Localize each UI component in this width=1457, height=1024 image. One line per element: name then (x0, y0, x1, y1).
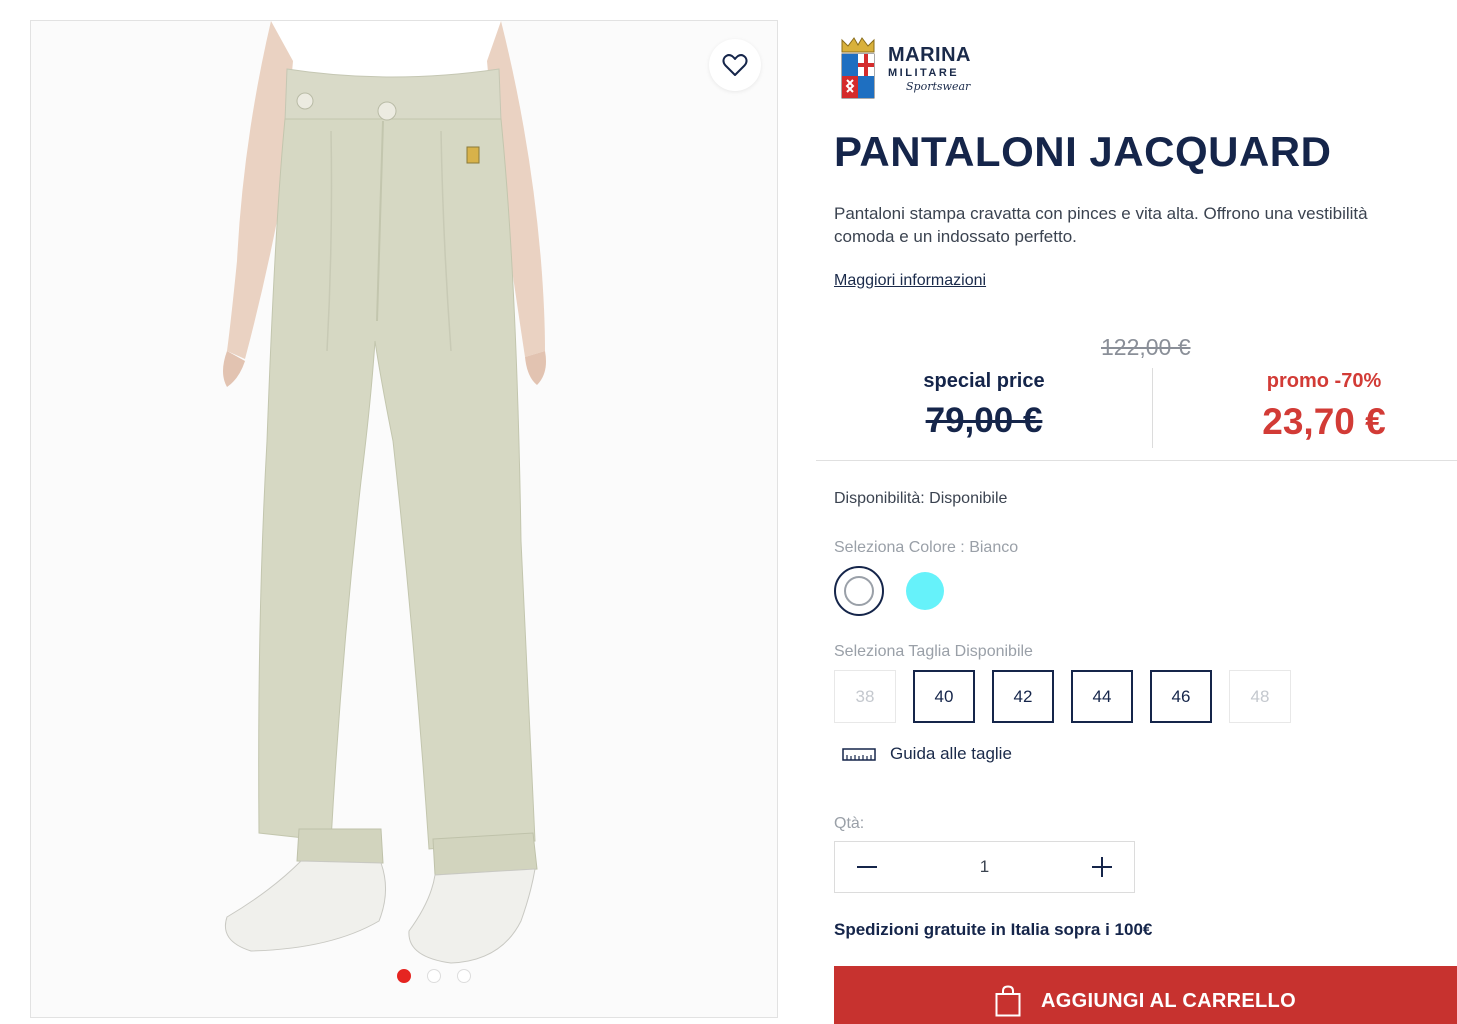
brand-name: MARINA (888, 43, 971, 66)
product-description: Pantaloni stampa cravatta con pinces e v… (834, 202, 1457, 248)
swatch-cyan (906, 572, 944, 610)
size-option[interactable]: 46 (1150, 670, 1212, 723)
carousel-dot[interactable] (397, 969, 411, 983)
special-price-block: special price 79,00 € (834, 370, 1134, 441)
brand-subtitle: MILITARE (888, 66, 960, 79)
quantity-input[interactable]: 1 (899, 857, 1070, 877)
description-line: Pantaloni stampa cravatta con pinces e v… (834, 204, 1368, 223)
shopping-bag-icon (995, 985, 1021, 1017)
size-options: 38 40 42 44 46 48 (834, 670, 1291, 723)
divider (816, 460, 1457, 461)
heart-icon (722, 54, 748, 76)
promo-price-block: promo -70% 23,70 € (1174, 370, 1457, 443)
carousel-dots (397, 969, 471, 983)
quantity-stepper: 1 (834, 841, 1135, 893)
size-option[interactable]: 40 (913, 670, 975, 723)
brand-script: Sportswear (906, 79, 971, 93)
product-title: PANTALONI JACQUARD (834, 128, 1332, 175)
description-line: comoda e un indossato perfetto. (834, 227, 1077, 246)
size-option: 38 (834, 670, 896, 723)
original-price: 122,00 € (1101, 334, 1191, 360)
add-to-cart-label: AGGIUNGI AL CARRELLO (1041, 989, 1296, 1012)
size-option: 48 (1229, 670, 1291, 723)
color-swatches (834, 566, 950, 616)
size-guide-label: Guida alle taglie (890, 744, 1012, 763)
color-label: Seleziona Colore : Bianco (834, 539, 1019, 556)
ruler-icon (842, 748, 876, 761)
shipping-note: Spedizioni gratuite in Italia sopra i 10… (834, 920, 1153, 939)
minus-icon (857, 866, 877, 868)
plus-icon (1092, 857, 1112, 877)
availability-text: Disponibilità: Disponibile (834, 490, 1008, 507)
promo-price-value: 23,70 € (1262, 401, 1386, 442)
price-divider (1152, 368, 1153, 448)
more-info-link[interactable]: Maggiori informazioni (834, 272, 986, 290)
swatch-white (844, 576, 874, 606)
color-swatch-bianco[interactable] (834, 566, 884, 616)
brand-logo[interactable]: MARINA MILITARE Sportswear (834, 36, 974, 100)
decrease-button[interactable] (835, 842, 899, 892)
carousel-dot[interactable] (427, 969, 441, 983)
crest-icon (841, 37, 875, 99)
size-option[interactable]: 42 (992, 670, 1054, 723)
color-swatch-azzurro[interactable] (900, 566, 950, 616)
carousel-dot[interactable] (457, 969, 471, 983)
increase-button[interactable] (1070, 842, 1134, 892)
promo-label: promo -70% (1266, 370, 1382, 392)
size-label: Seleziona Taglia Disponibile (834, 643, 1033, 660)
product-photo (223, 21, 546, 964)
size-guide-link[interactable]: Guida alle taglie (842, 744, 1012, 764)
special-price-value: 79,00 € (925, 401, 1043, 440)
wishlist-button[interactable] (709, 39, 761, 91)
size-option[interactable]: 44 (1071, 670, 1133, 723)
add-to-cart-button[interactable]: AGGIUNGI AL CARRELLO (834, 966, 1457, 1024)
quantity-label: Qtà: (834, 815, 865, 832)
special-price-label: special price (923, 370, 1045, 392)
product-gallery (30, 20, 778, 1018)
